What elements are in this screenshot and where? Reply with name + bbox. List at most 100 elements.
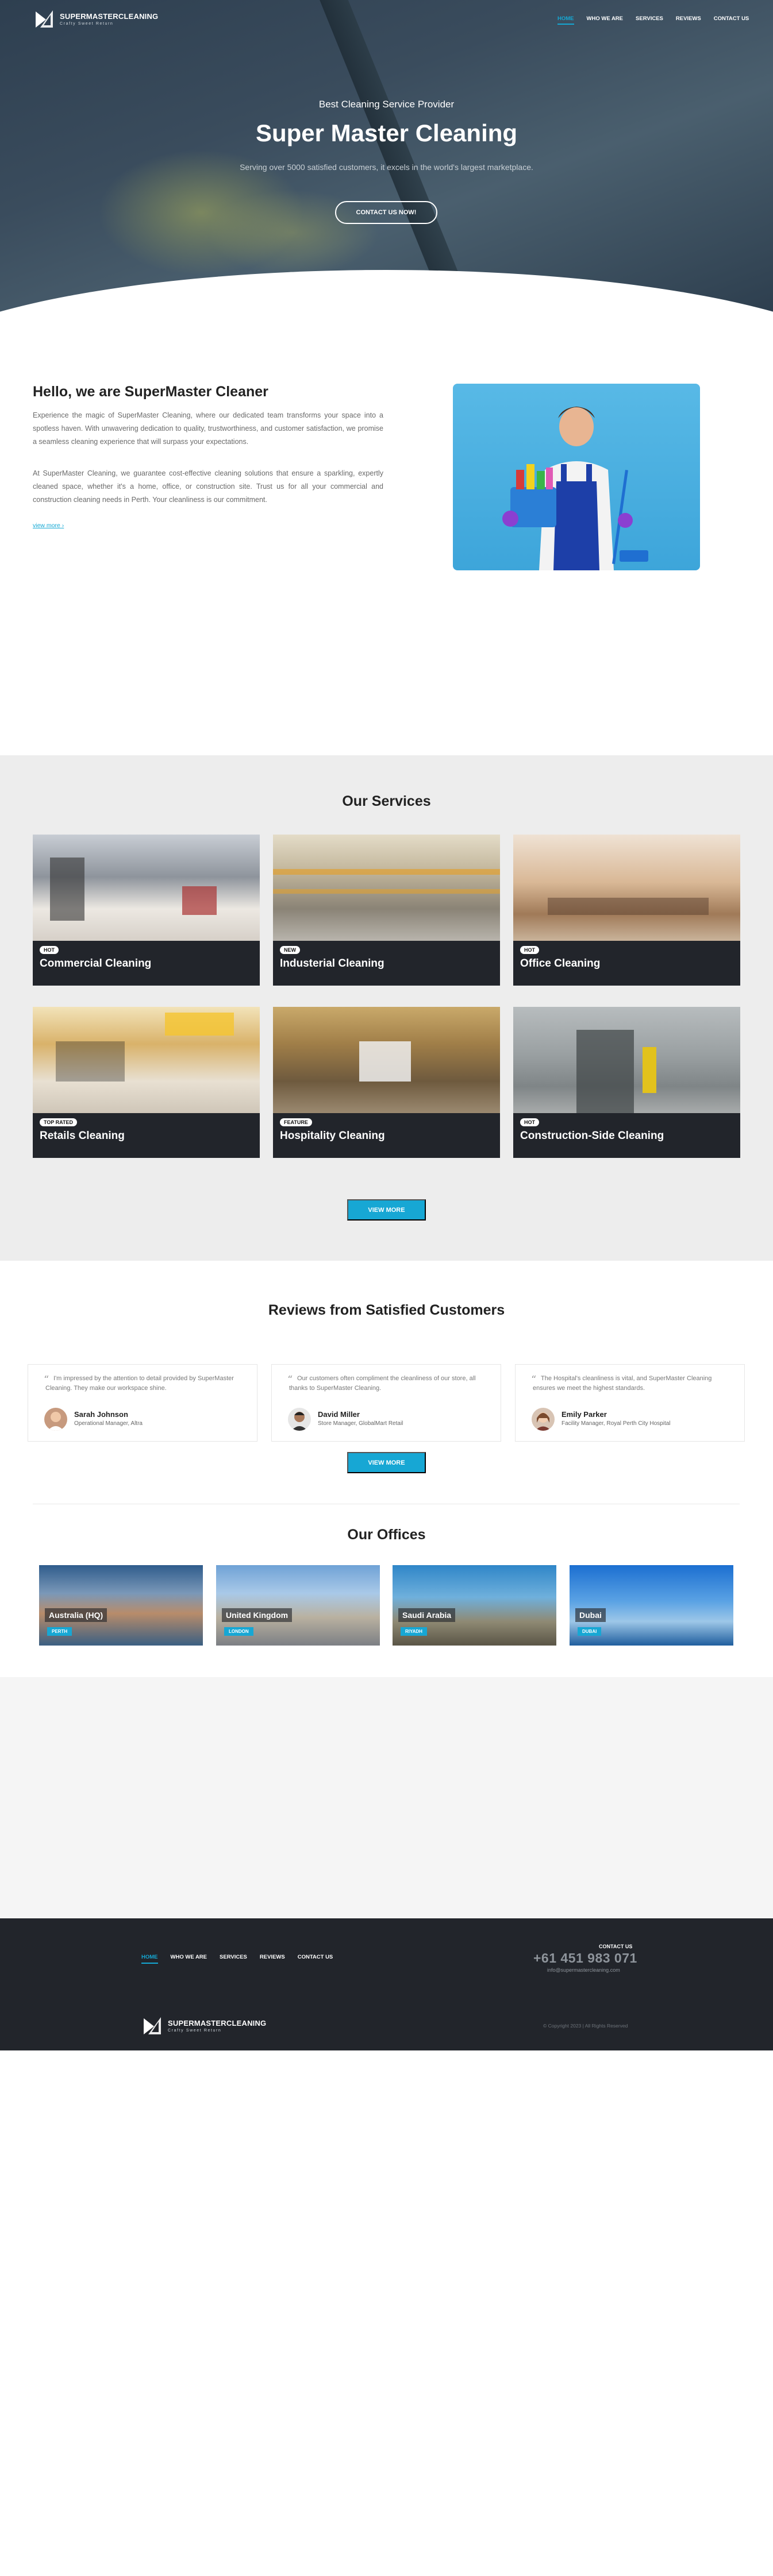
footer-nav-who-we-are[interactable]: WHO WE ARE [171,1954,207,1960]
reviews-title: Reviews from Satisfied Customers [0,1302,773,1319]
view-more-link[interactable]: view more › [33,522,64,529]
reviewer-role: Facility Manager, Royal Perth City Hospi… [562,1420,671,1427]
footer-contact-label: CONTACT US [599,1944,633,1949]
review-card: “ The Hospital's cleanliness is vital, a… [515,1364,745,1442]
footer-nav: HOME WHO WE ARE SERVICES REVIEWS CONTACT… [141,1954,333,1964]
service-card[interactable]: HOT Office Cleaning [513,835,740,986]
service-title: Industerial Cleaning [280,957,384,970]
footer-nav-services[interactable]: SERVICES [220,1954,247,1960]
service-badge: HOT [520,1118,539,1126]
reviews-title-pre: Reviews from [268,1302,366,1318]
office-tag: DUBAI [578,1627,602,1636]
reviews-title-bold: Satisfied Customers [366,1302,505,1318]
reviewer-role: Operational Manager, Altra [74,1420,143,1427]
brand-tagline: Crafty Sweet Return [60,22,114,26]
about-title: Hello, we are SuperMaster Cleaner [33,384,268,400]
offices-title-pre: Our [347,1527,377,1543]
hero-title: Super Master Cleaning [255,119,518,146]
office-tag: LONDON [224,1627,253,1636]
service-image [33,835,260,941]
service-card[interactable]: TOP RATED Retails Cleaning [33,1007,260,1158]
services-title-pre: Our [342,793,372,809]
logo-icon [33,8,55,30]
copyright: © Copyright 2023 | All Rights Reserved [543,2023,628,2029]
footer-nav-reviews[interactable]: REVIEWS [260,1954,285,1960]
review-card: “ Our customers often compliment the cle… [271,1364,501,1442]
office-tag: PERTH [47,1627,72,1636]
reviewer-role: Store Manager, GlobalMart Retail [318,1420,403,1427]
reviews-view-more-button[interactable]: VIEW MORE [347,1452,426,1473]
review-card: “ I'm impressed by the attention to deta… [28,1364,257,1442]
offices-title: Our Offices [0,1527,773,1543]
contact-us-button[interactable]: CONTACT US NOW! [335,201,437,224]
service-title: Construction-Side Cleaning [520,1130,664,1142]
service-image [513,1007,740,1113]
nav-contact-us[interactable]: CONTACT US [714,16,749,22]
footer-brand-tagline: Crafty Sweet Return [168,2029,222,2033]
avatar [44,1408,67,1431]
nav-who-we-are[interactable]: WHO WE ARE [587,16,624,22]
office-card[interactable]: United Kingdom LONDON [216,1565,380,1646]
service-badge: TOP RATED [40,1118,78,1126]
office-card[interactable]: Dubai DUBAI [570,1565,733,1646]
view-more-label: view more [33,522,60,529]
office-city: Australia (HQ) [45,1608,107,1622]
about-paragraph-1: Experience the magic of SuperMaster Clea… [33,411,383,446]
service-card[interactable]: NEW Industerial Cleaning [273,835,500,986]
chevron-right-icon: › [61,522,64,529]
reviewer-name: Sarah Johnson [74,1410,128,1419]
review-text: Our customers often compliment the clean… [289,1375,476,1392]
services-title: Our Services [0,793,773,810]
brand-name: SUPERMASTERCLEANING [60,12,159,21]
service-card[interactable]: HOT Commercial Cleaning [33,835,260,986]
cleaner-photo [453,384,700,570]
office-card[interactable]: Australia (HQ) PERTH [39,1565,203,1646]
footer-nav-home[interactable]: HOME [141,1954,158,1964]
footer: HOME WHO WE ARE SERVICES REVIEWS CONTACT… [0,1918,773,2050]
hero-section: SUPERMASTERCLEANING Crafty Sweet Return … [0,0,773,330]
main-nav: HOME WHO WE ARE SERVICES REVIEWS CONTACT… [557,16,749,25]
office-city: Saudi Arabia [398,1608,456,1622]
office-tag: RIYADH [401,1627,427,1636]
service-image [273,1007,500,1113]
hero-subtitle: Best Cleaning Service Provider [318,99,455,110]
about-paragraph-2: At SuperMaster Cleaning, we guarantee co… [33,469,383,504]
services-view-more-button[interactable]: VIEW MORE [347,1199,426,1221]
services-title-bold: Services [371,793,431,809]
service-badge: HOT [40,946,59,954]
avatar [288,1408,311,1431]
service-badge: NEW [280,946,300,954]
footer-phone[interactable]: +61 451 983 071 [533,1951,637,1966]
service-title: Retails Cleaning [40,1130,125,1142]
footer-email[interactable]: info@supermastercleaning.com [547,1967,620,1973]
service-badge: HOT [520,946,539,954]
service-title: Commercial Cleaning [40,957,152,970]
review-text: I'm impressed by the attention to detail… [45,1375,234,1392]
office-city: United Kingdom [222,1608,293,1622]
footer-nav-contact-us[interactable]: CONTACT US [298,1954,333,1960]
footer-logo[interactable]: SUPERMASTERCLEANING Crafty Sweet Return [141,2015,266,2037]
nav-services[interactable]: SERVICES [636,16,663,22]
reviewer-name: David Miller [318,1410,360,1419]
service-image [33,1007,260,1113]
service-title: Hospitality Cleaning [280,1130,385,1142]
hero-description: Serving over 5000 satisfied customers, i… [240,163,533,172]
brand-logo[interactable]: SUPERMASTERCLEANING Crafty Sweet Return [33,8,158,30]
map-placeholder [0,1677,773,1918]
nav-home[interactable]: HOME [557,16,574,25]
service-card[interactable]: HOT Construction-Side Cleaning [513,1007,740,1158]
review-text: The Hospital's cleanliness is vital, and… [533,1375,712,1392]
service-image [273,835,500,941]
office-card[interactable]: Saudi Arabia RIYADH [393,1565,556,1646]
service-title: Office Cleaning [520,957,601,970]
logo-icon [141,2015,163,2037]
reviewer-name: Emily Parker [562,1410,607,1419]
nav-reviews[interactable]: REVIEWS [676,16,701,22]
service-badge: FEATURE [280,1118,312,1126]
offices-title-bold: Offices [376,1527,426,1543]
service-card[interactable]: FEATURE Hospitality Cleaning [273,1007,500,1158]
avatar [532,1408,555,1431]
office-city: Dubai [575,1608,606,1622]
services-section: Our Services HOT Commercial Cleaning NEW… [0,755,773,1261]
service-image [513,835,740,941]
